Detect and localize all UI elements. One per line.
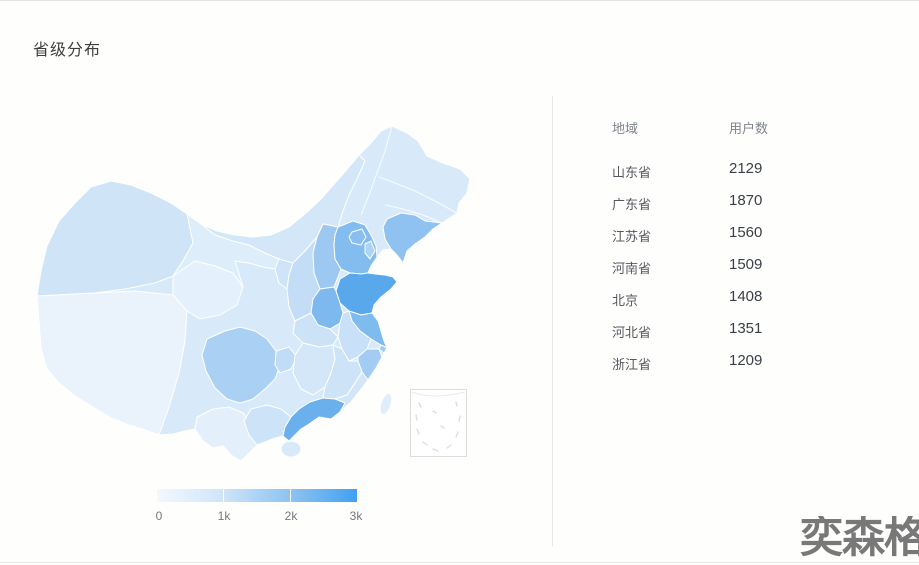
- vertical-divider: [552, 96, 553, 546]
- legend-label-0: 0: [156, 509, 163, 523]
- province-tibet[interactable]: [37, 291, 187, 435]
- region-name: 广东省: [612, 194, 651, 213]
- page-title: 省级分布: [33, 36, 101, 60]
- legend-tick-1k: [223, 489, 224, 502]
- column-header-region: 地域: [612, 118, 638, 137]
- legend-tick-2k: [290, 489, 291, 502]
- user-count: 1351: [729, 320, 762, 337]
- table-row: 广东省 1870: [612, 194, 872, 226]
- region-name: 山东省: [612, 162, 651, 181]
- island-taiwan[interactable]: [378, 392, 394, 416]
- table-row: 河南省 1509: [612, 258, 872, 290]
- region-name: 浙江省: [612, 354, 651, 373]
- legend-label-1k: 1k: [218, 509, 231, 523]
- region-name: 河南省: [612, 258, 651, 277]
- table-header-row: 地域 用户数: [612, 118, 872, 162]
- user-count: 1560: [729, 224, 762, 241]
- legend-label-3k: 3k: [350, 509, 363, 523]
- legend-label-2k: 2k: [285, 509, 298, 523]
- watermark-text: 奕森格: [800, 516, 919, 562]
- user-count: 1209: [729, 352, 762, 369]
- south-china-sea-inset: [411, 390, 467, 457]
- region-name: 河北省: [612, 322, 651, 341]
- table-row: 北京 1408: [612, 290, 872, 322]
- table-row: 浙江省 1209: [612, 354, 872, 386]
- bottom-border-line: [0, 562, 919, 563]
- watermark: 奕森格: [800, 516, 919, 563]
- table-row: 江苏省 1560: [612, 226, 872, 258]
- region-rank-table: 地域 用户数 山东省 2129 广东省 1870 江苏省 1560 河南省 15…: [612, 118, 872, 386]
- user-count: 1509: [729, 256, 762, 273]
- user-count: 2129: [729, 160, 762, 177]
- table-row: 河北省 1351: [612, 322, 872, 354]
- provincial-distribution-panel: 省级分布: [0, 0, 919, 565]
- legend-labels: 0 1k 2k 3k: [157, 509, 357, 525]
- visual-map-legend: 0 1k 2k 3k: [157, 489, 357, 525]
- table-row: 山东省 2129: [612, 162, 872, 194]
- island-hainan[interactable]: [281, 441, 301, 457]
- legend-gradient-bar[interactable]: [157, 489, 357, 502]
- user-count: 1408: [729, 288, 762, 305]
- region-name: 北京: [612, 290, 638, 309]
- map-canvas[interactable]: [35, 111, 475, 461]
- user-count: 1870: [729, 192, 762, 209]
- china-choropleth-map[interactable]: [35, 111, 475, 461]
- region-name: 江苏省: [612, 226, 651, 245]
- column-header-users: 用户数: [729, 118, 768, 137]
